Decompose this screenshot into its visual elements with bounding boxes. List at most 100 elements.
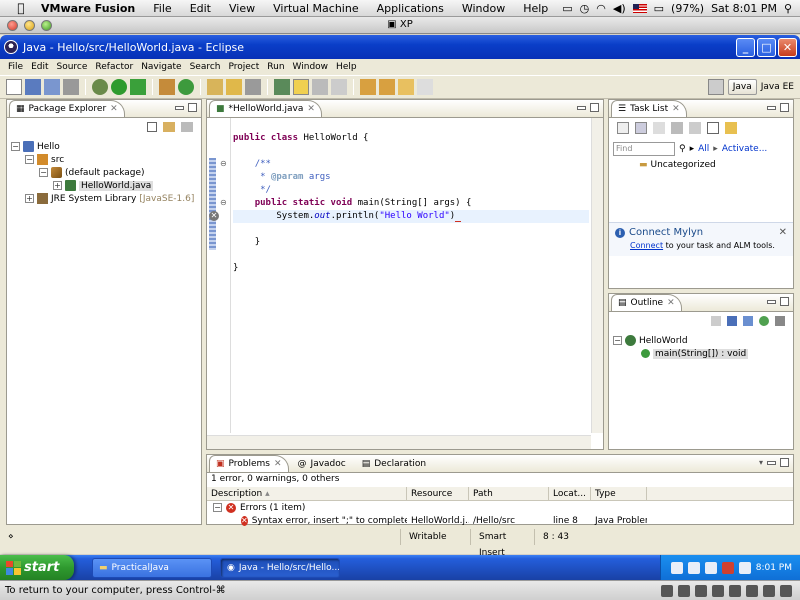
wifi-icon[interactable]: ◠: [596, 2, 606, 15]
menu-source[interactable]: Source: [53, 62, 92, 72]
close-icon[interactable]: ✕: [779, 227, 787, 238]
synchronize-icon[interactable]: [725, 122, 737, 134]
tray-clock[interactable]: 8:01 PM: [756, 563, 792, 573]
collapse-all-icon[interactable]: [147, 122, 157, 132]
maximize-view-button[interactable]: [188, 103, 197, 112]
mylyn-connect-link[interactable]: Connect: [630, 241, 663, 250]
minimize-view-button[interactable]: [767, 106, 776, 110]
close-icon[interactable]: ✕: [672, 104, 680, 117]
tab-helloworld-java[interactable]: ■ *HelloWorld.java ✕: [209, 100, 322, 117]
taskbar-item-practicaljava[interactable]: ▬ PracticalJava: [92, 557, 212, 578]
column-resource[interactable]: Resource: [407, 487, 469, 500]
hide-static-icon[interactable]: [743, 316, 753, 326]
toggle-mark-icon[interactable]: [274, 79, 290, 95]
column-path[interactable]: Path: [469, 487, 549, 500]
tab-declaration[interactable]: ▤ Declaration: [355, 455, 433, 472]
new-icon[interactable]: [6, 79, 22, 95]
tab-outline[interactable]: ▤ Outline ✕: [611, 294, 682, 311]
run-icon[interactable]: [111, 79, 127, 95]
tree-item-project[interactable]: − Hello: [11, 140, 197, 153]
fold-icon[interactable]: ⊖: [220, 198, 227, 207]
mac-menu-view[interactable]: View: [220, 2, 264, 15]
close-icon[interactable]: ✕: [307, 104, 315, 117]
fast-view-icon[interactable]: ⋄: [8, 532, 18, 542]
security-shield-icon[interactable]: [721, 561, 734, 574]
volume-icon[interactable]: [704, 561, 717, 574]
java-ee-perspective-button[interactable]: Java EE: [761, 82, 794, 92]
print-icon[interactable]: [63, 79, 79, 95]
apple-menu-icon[interactable]: : [10, 1, 32, 15]
hide-completed-icon[interactable]: [689, 122, 701, 134]
scheduled-icon[interactable]: [653, 122, 665, 134]
prev-annotation-icon[interactable]: [379, 79, 395, 95]
back-icon[interactable]: [398, 79, 414, 95]
bluetooth-icon[interactable]: [661, 584, 673, 597]
search-icon[interactable]: [245, 79, 261, 95]
block-select-icon[interactable]: [312, 79, 328, 95]
tab-package-explorer[interactable]: ▦ Package Explorer ✕: [9, 100, 125, 117]
minimize-view-button[interactable]: [175, 106, 184, 110]
editor-horizontal-scrollbar[interactable]: [207, 435, 591, 449]
maximize-button[interactable]: □: [757, 37, 776, 57]
activate-link[interactable]: Activate...: [722, 144, 767, 154]
next-annotation-icon[interactable]: [360, 79, 376, 95]
close-button[interactable]: ✕: [778, 37, 797, 57]
new-task-icon[interactable]: [617, 122, 629, 134]
tree-item-file[interactable]: + HelloWorld.java: [11, 179, 197, 192]
tree-item-package[interactable]: − (default package): [11, 166, 197, 179]
menu-run[interactable]: Run: [263, 62, 288, 72]
close-icon[interactable]: ✕: [274, 459, 282, 472]
hide-local-types-icon[interactable]: [775, 316, 785, 326]
forward-icon[interactable]: [417, 79, 433, 95]
hide-nonpublic-icon[interactable]: [759, 316, 769, 326]
cd-icon[interactable]: [695, 584, 707, 597]
menu-help[interactable]: Help: [332, 62, 361, 72]
collapse-toggle[interactable]: −: [213, 503, 222, 512]
input-flag-icon[interactable]: [632, 3, 647, 13]
menu-window[interactable]: Window: [289, 62, 333, 72]
minimize-view-button[interactable]: [577, 106, 586, 110]
menu-search[interactable]: Search: [186, 62, 225, 72]
mac-app-menu[interactable]: VMware Fusion: [32, 2, 144, 15]
open-type-icon[interactable]: [207, 79, 223, 95]
hide-fields-icon[interactable]: [727, 316, 737, 326]
maximize-view-button[interactable]: [590, 103, 599, 112]
menu-refactor[interactable]: Refactor: [91, 62, 137, 72]
menu-file[interactable]: File: [4, 62, 27, 72]
collapse-all-icon[interactable]: [707, 122, 719, 134]
menu-navigate[interactable]: Navigate: [137, 62, 185, 72]
tab-problems[interactable]: ▣ Problems ✕: [209, 455, 289, 472]
camera-icon[interactable]: [746, 584, 758, 597]
open-folder-icon[interactable]: [226, 79, 242, 95]
view-menu-icon[interactable]: ▾: [759, 458, 763, 467]
taskbar-item-eclipse[interactable]: ◉ Java - Hello/src/Hello...: [220, 557, 340, 578]
start-button[interactable]: start: [0, 555, 74, 580]
tree-item-src[interactable]: − src: [11, 153, 197, 166]
problem-group-errors[interactable]: − ✕ Errors (1 item): [207, 501, 793, 514]
collapse-toggle[interactable]: −: [39, 168, 48, 177]
minimize-button[interactable]: _: [736, 37, 755, 57]
tab-javadoc[interactable]: @ Javadoc: [291, 455, 353, 472]
harddisk-icon[interactable]: [678, 584, 690, 597]
vmware-tools-icon[interactable]: [738, 561, 751, 574]
mac-menu-help[interactable]: Help: [514, 2, 557, 15]
save-all-icon[interactable]: [44, 79, 60, 95]
highlight-icon[interactable]: [293, 79, 309, 95]
display-icon[interactable]: ▭: [562, 2, 572, 15]
usb-icon[interactable]: [729, 584, 741, 597]
categorized-icon[interactable]: [635, 122, 647, 134]
view-menu-icon[interactable]: [181, 122, 193, 132]
mac-menu-window[interactable]: Window: [453, 2, 514, 15]
outline-item-class[interactable]: − HelloWorld: [613, 334, 789, 347]
mac-menu-virtual-machine[interactable]: Virtual Machine: [264, 2, 368, 15]
menu-project[interactable]: Project: [224, 62, 263, 72]
collapse-toggle[interactable]: −: [613, 336, 622, 345]
show-whitespace-icon[interactable]: [331, 79, 347, 95]
mac-clock[interactable]: Sat 8:01 PM: [711, 2, 777, 15]
collapse-toggle[interactable]: −: [25, 155, 34, 164]
column-description[interactable]: Description ▴: [207, 487, 407, 500]
close-icon[interactable]: ✕: [667, 298, 675, 311]
error-marker-icon[interactable]: ✕: [209, 211, 219, 221]
java-perspective-button[interactable]: Java: [727, 79, 757, 95]
expand-toggle[interactable]: +: [25, 194, 34, 203]
